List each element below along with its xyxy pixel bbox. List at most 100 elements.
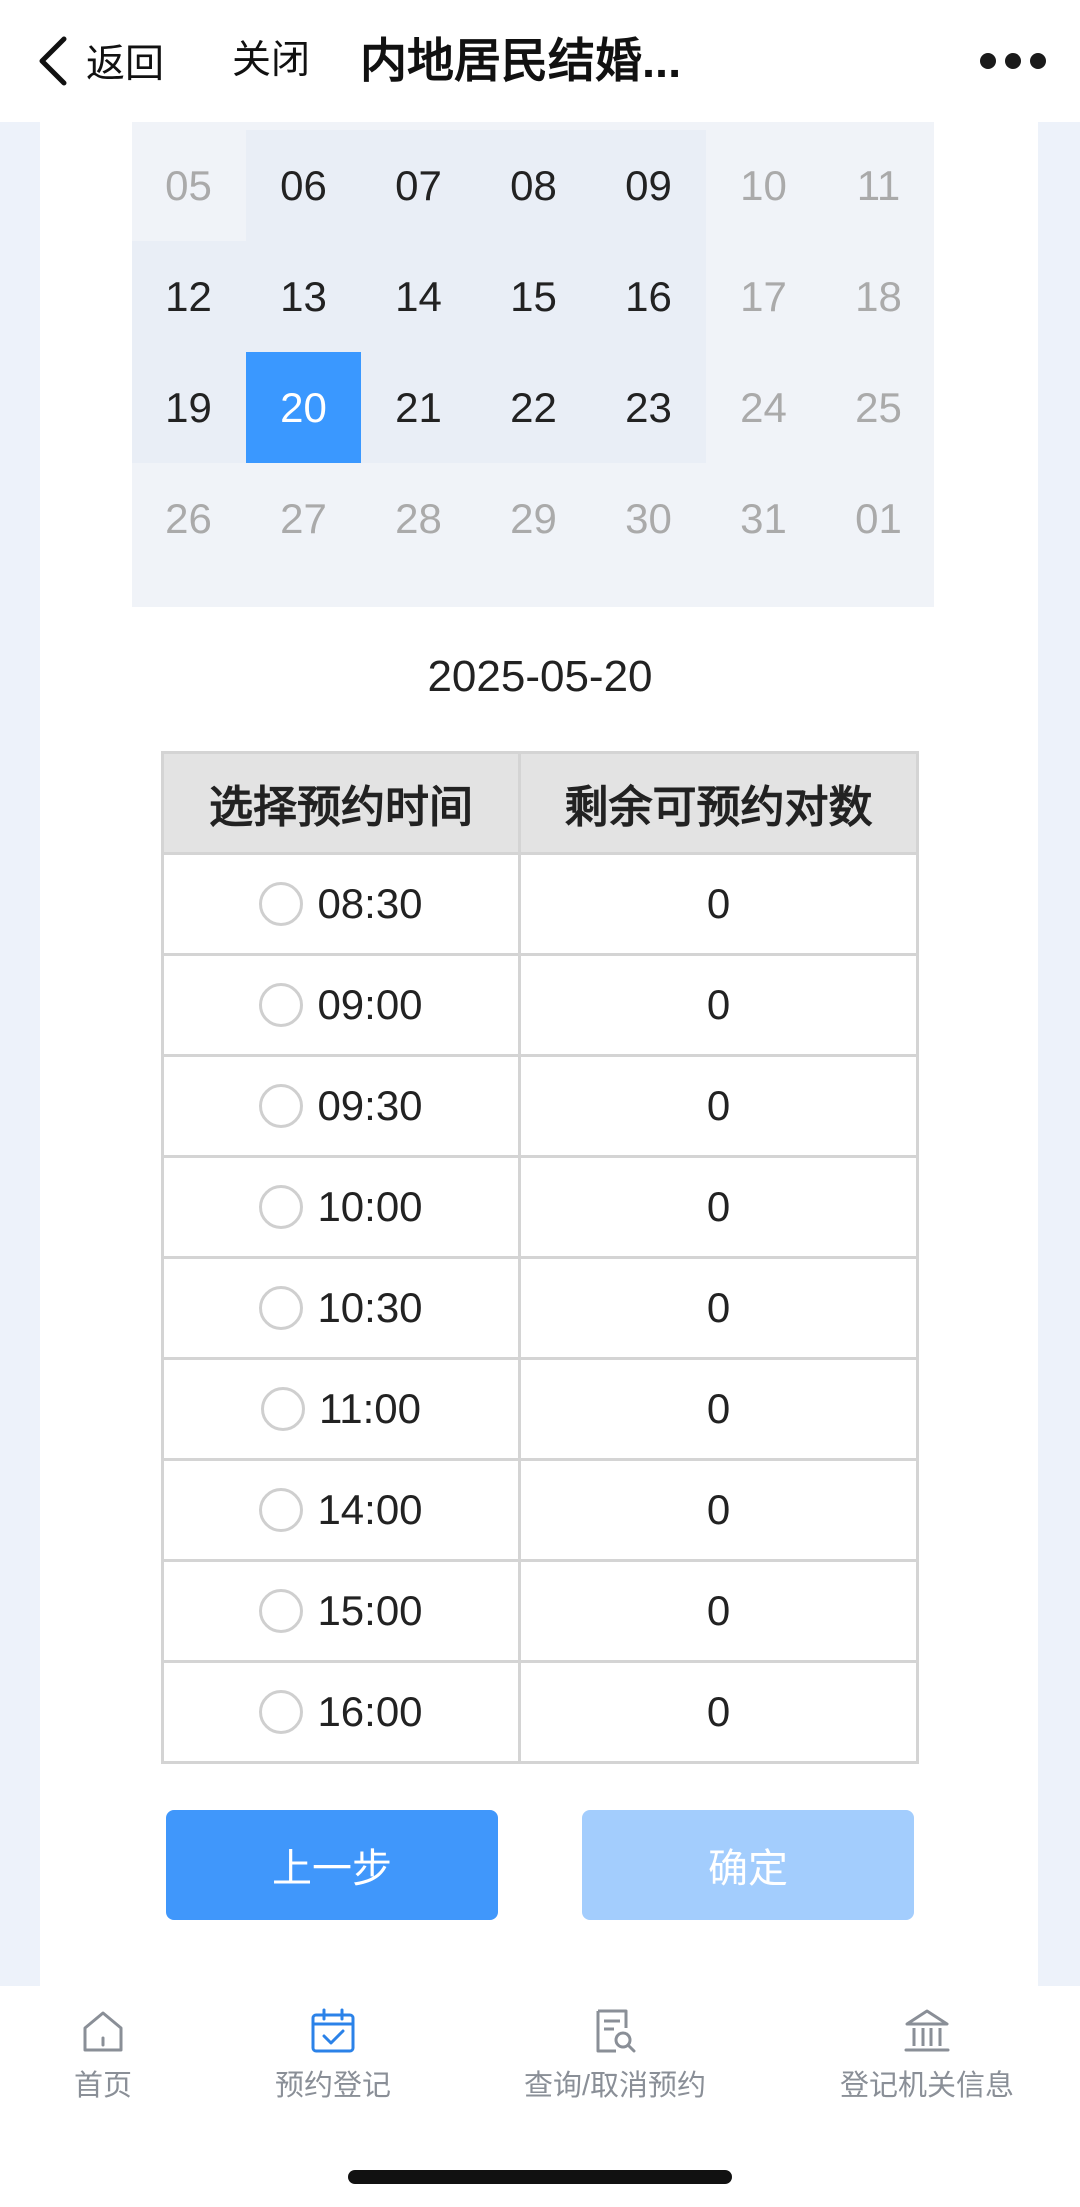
time-label: 08:30	[317, 880, 423, 927]
home-icon	[83, 2011, 123, 2052]
radio-button[interactable]	[259, 1084, 304, 1128]
time-label: 15:00	[317, 1587, 423, 1634]
tab-appointment[interactable]: 预约登记	[266, 2006, 400, 2104]
time-slot-cell: 08:30	[161, 852, 521, 956]
radio-button[interactable]	[259, 1488, 304, 1532]
radio-button[interactable]	[259, 983, 304, 1027]
time-label: 09:30	[317, 1082, 423, 1129]
tab-label: 首页	[73, 2070, 132, 2102]
previous-step-button[interactable]: 上一步	[166, 1810, 498, 1920]
calendar-day[interactable]: 13	[246, 241, 361, 352]
table-row: 10:00 0	[161, 1155, 919, 1259]
table-row: 11:00 0	[161, 1357, 919, 1461]
calendar-day[interactable]: 09	[591, 130, 706, 241]
time-slot-option[interactable]: 09:00	[164, 981, 518, 1029]
calendar-day: 30	[625, 494, 672, 542]
calendar-day[interactable]: 12	[132, 241, 246, 352]
time-slot-cell: 10:00	[161, 1155, 521, 1259]
more-dot-icon	[1005, 53, 1021, 69]
calendar-day-selected[interactable]: 20	[246, 352, 361, 463]
time-slot-cell: 14:00	[161, 1458, 521, 1562]
calendar-day: 01	[855, 494, 902, 542]
more-dot-icon	[980, 53, 996, 69]
calendar-day[interactable]: 16	[591, 241, 706, 352]
tab-registry-info[interactable]: 登记机关信息	[840, 2006, 1014, 2104]
time-label: 10:00	[317, 1183, 423, 1230]
calendar-day: 05	[165, 161, 212, 209]
calendar-day: 24	[740, 383, 787, 431]
remaining-count: 0	[518, 1357, 919, 1461]
confirm-button[interactable]: 确定	[582, 1810, 914, 1920]
calendar-day: 31	[740, 494, 787, 542]
time-slot-option[interactable]: 10:00	[164, 1183, 518, 1231]
calendar-day: 11	[856, 161, 901, 209]
calendar-grid: 05 06 07 08 09 10 11 12 13 14 15 16 17 18 19 20 21 22 23 24…	[132, 122, 934, 607]
calendar-day: 29	[510, 494, 557, 542]
calendar-day[interactable]: 21	[361, 352, 476, 463]
calendar-day[interactable]: 23	[591, 352, 706, 463]
selected-date: 2025-05-20	[427, 652, 653, 701]
calendar-week-row: 26 27 28 29 30 31 01	[132, 463, 934, 574]
back-button[interactable]: 返回	[36, 30, 164, 92]
time-slot-option[interactable]: 15:00	[164, 1587, 518, 1635]
table-row: 16:00 0	[161, 1660, 919, 1764]
calendar-day: 10	[740, 161, 787, 209]
time-label: 16:00	[317, 1688, 423, 1735]
time-label: 10:30	[317, 1284, 423, 1331]
table-row: 08:30 0	[161, 852, 919, 956]
calendar-week-row: 19 20 21 22 23 24 25	[132, 352, 934, 463]
calendar-day[interactable]: 08	[476, 130, 591, 241]
radio-button[interactable]	[261, 1387, 305, 1431]
remaining-count: 0	[518, 1458, 919, 1562]
radio-button[interactable]	[259, 1690, 304, 1734]
tab-home[interactable]: 首页	[60, 2006, 146, 2104]
remaining-count: 0	[518, 1660, 919, 1764]
chevron-left-icon	[39, 36, 67, 86]
radio-button[interactable]	[259, 1589, 304, 1633]
remaining-count: 0	[518, 953, 919, 1057]
time-slot-option[interactable]: 08:30	[164, 880, 518, 928]
calendar-day[interactable]: 06	[246, 130, 361, 241]
table-row: 10:30 0	[161, 1256, 919, 1360]
time-slot-cell: 09:00	[161, 953, 521, 1057]
table-header-row: 选择预约时间 剩余可预约对数	[161, 751, 919, 855]
calendar-day: 27	[280, 494, 327, 542]
time-slot-option[interactable]: 14:00	[164, 1486, 518, 1534]
time-label: 14:00	[317, 1486, 423, 1533]
calendar-week-row: 05 06 07 08 09 10 11	[132, 130, 934, 241]
time-slot-cell: 09:30	[161, 1054, 521, 1158]
radio-button[interactable]	[259, 882, 304, 926]
time-label: 09:00	[317, 981, 423, 1028]
tab-label: 查询/取消预约	[523, 2070, 707, 2102]
time-slot-cell: 16:00	[161, 1660, 521, 1764]
calendar-day[interactable]: 14	[361, 241, 476, 352]
close-button[interactable]: 关闭	[232, 30, 310, 92]
tab-query-cancel[interactable]: 查询/取消预约	[523, 2006, 707, 2104]
header-select-time: 选择预约时间	[161, 751, 521, 855]
calendar-day: 17	[740, 272, 787, 320]
time-label: 11:00	[319, 1385, 421, 1432]
more-options-button[interactable]	[980, 44, 1046, 78]
table-row: 09:30 0	[161, 1054, 919, 1158]
calendar-day[interactable]: 22	[476, 352, 591, 463]
time-slot-option[interactable]: 10:30	[164, 1284, 518, 1332]
time-slot-option[interactable]: 09:30	[164, 1082, 518, 1130]
calendar-check-icon	[311, 2008, 355, 2053]
calendar-day[interactable]: 15	[476, 241, 591, 352]
calendar-day[interactable]: 07	[361, 130, 476, 241]
calendar-day: 26	[165, 494, 212, 542]
top-nav-bar: 返回 关闭 内地居民结婚...	[0, 0, 1080, 122]
calendar-day[interactable]: 19	[132, 352, 246, 463]
calendar-week-row: 12 13 14 15 16 17 18	[132, 241, 934, 352]
calendar-day: 18	[855, 272, 902, 320]
radio-button[interactable]	[259, 1185, 304, 1229]
time-slot-option[interactable]: 11:00	[164, 1385, 518, 1433]
document-search-icon	[596, 2009, 636, 2053]
remaining-count: 0	[518, 852, 919, 956]
remaining-count: 0	[518, 1054, 919, 1158]
time-slot-cell: 15:00	[161, 1559, 521, 1663]
building-icon	[904, 2009, 950, 2052]
radio-button[interactable]	[259, 1286, 304, 1330]
time-slot-option[interactable]: 16:00	[164, 1688, 518, 1736]
calendar-day: 28	[395, 494, 442, 542]
